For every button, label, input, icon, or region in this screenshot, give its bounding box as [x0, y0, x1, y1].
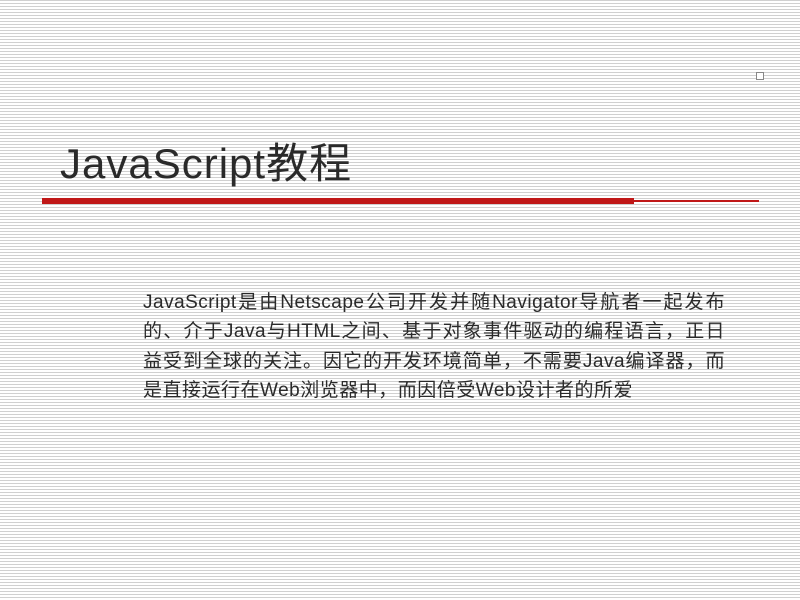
slide-body-text: JavaScript是由Netscape公司开发并随Navigator导航者一起…: [143, 288, 725, 406]
slide-title: JavaScript教程: [60, 130, 352, 191]
title-underline-thick: [42, 198, 634, 204]
slide-container: JavaScript教程 JavaScript是由Netscape公司开发并随N…: [0, 0, 800, 600]
placeholder-marker: [756, 72, 764, 80]
title-underline-thin: [634, 200, 759, 202]
